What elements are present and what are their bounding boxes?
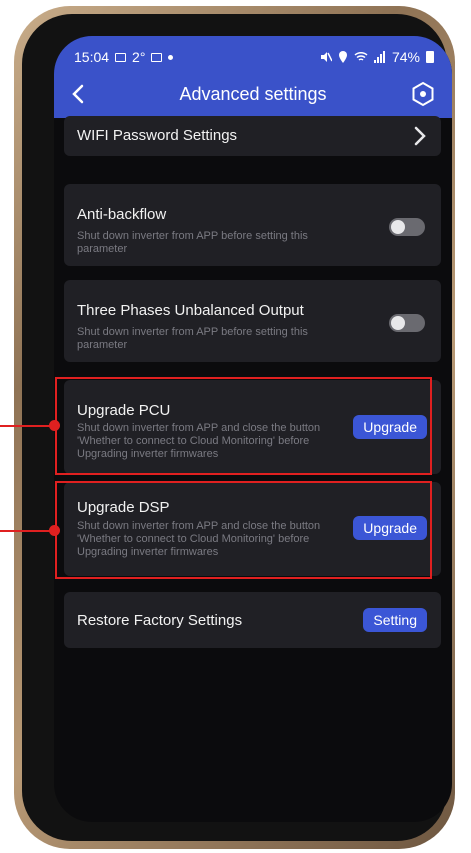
pointer-line-dsp (0, 530, 55, 532)
battery-icon (426, 51, 434, 63)
wifi-settings-label: WIFI Password Settings (77, 127, 238, 144)
highlight-box-dsp (55, 481, 432, 579)
pointer-dot-pcu (49, 420, 60, 431)
mute-icon (320, 52, 332, 62)
signal-icon (373, 51, 385, 63)
notification-icon (151, 52, 163, 62)
nav-row: Advanced settings (54, 76, 452, 112)
anti-backflow-label: Anti-backflow (77, 206, 167, 223)
dot-icon (168, 54, 174, 60)
anti-backflow-desc: Shut down inverter from APP before setti… (77, 230, 308, 255)
status-time: 15:04 (74, 49, 110, 65)
three-phases-toggle[interactable] (389, 314, 425, 332)
app-header: 15:04 2° 74% Advanced settings (54, 36, 452, 118)
restore-setting-button[interactable]: Setting (363, 608, 427, 632)
three-phases-desc: Shut down inverter from APP before setti… (77, 326, 308, 351)
chevron-right-icon[interactable] (413, 125, 427, 147)
status-bar: 15:04 2° 74% (74, 47, 434, 67)
gallery-icon (115, 52, 127, 62)
toggle-knob (391, 316, 405, 330)
back-arrow-icon[interactable] (68, 82, 90, 106)
anti-backflow-row: Anti-backflow Shut down inverter from AP… (64, 184, 441, 266)
wifi-settings-row[interactable]: WIFI Password Settings (64, 116, 441, 156)
pointer-dot-dsp (49, 525, 60, 536)
three-phases-row: Three Phases Unbalanced Output Shut down… (64, 280, 441, 362)
anti-backflow-toggle[interactable] (389, 218, 425, 236)
page-title: Advanced settings (179, 84, 327, 104)
pointer-line-pcu (0, 425, 55, 427)
restore-factory-row: Restore Factory Settings Setting (64, 592, 441, 648)
restore-factory-label: Restore Factory Settings (77, 612, 243, 629)
toggle-knob (391, 220, 405, 234)
battery-percent: 74% (391, 49, 420, 65)
highlight-box-pcu (55, 377, 432, 475)
three-phases-label: Three Phases Unbalanced Output (77, 302, 304, 319)
wifi-icon (354, 51, 368, 61)
status-temp: 2° (132, 49, 146, 65)
settings-hexagon-icon[interactable] (410, 81, 436, 107)
location-icon (338, 51, 347, 63)
